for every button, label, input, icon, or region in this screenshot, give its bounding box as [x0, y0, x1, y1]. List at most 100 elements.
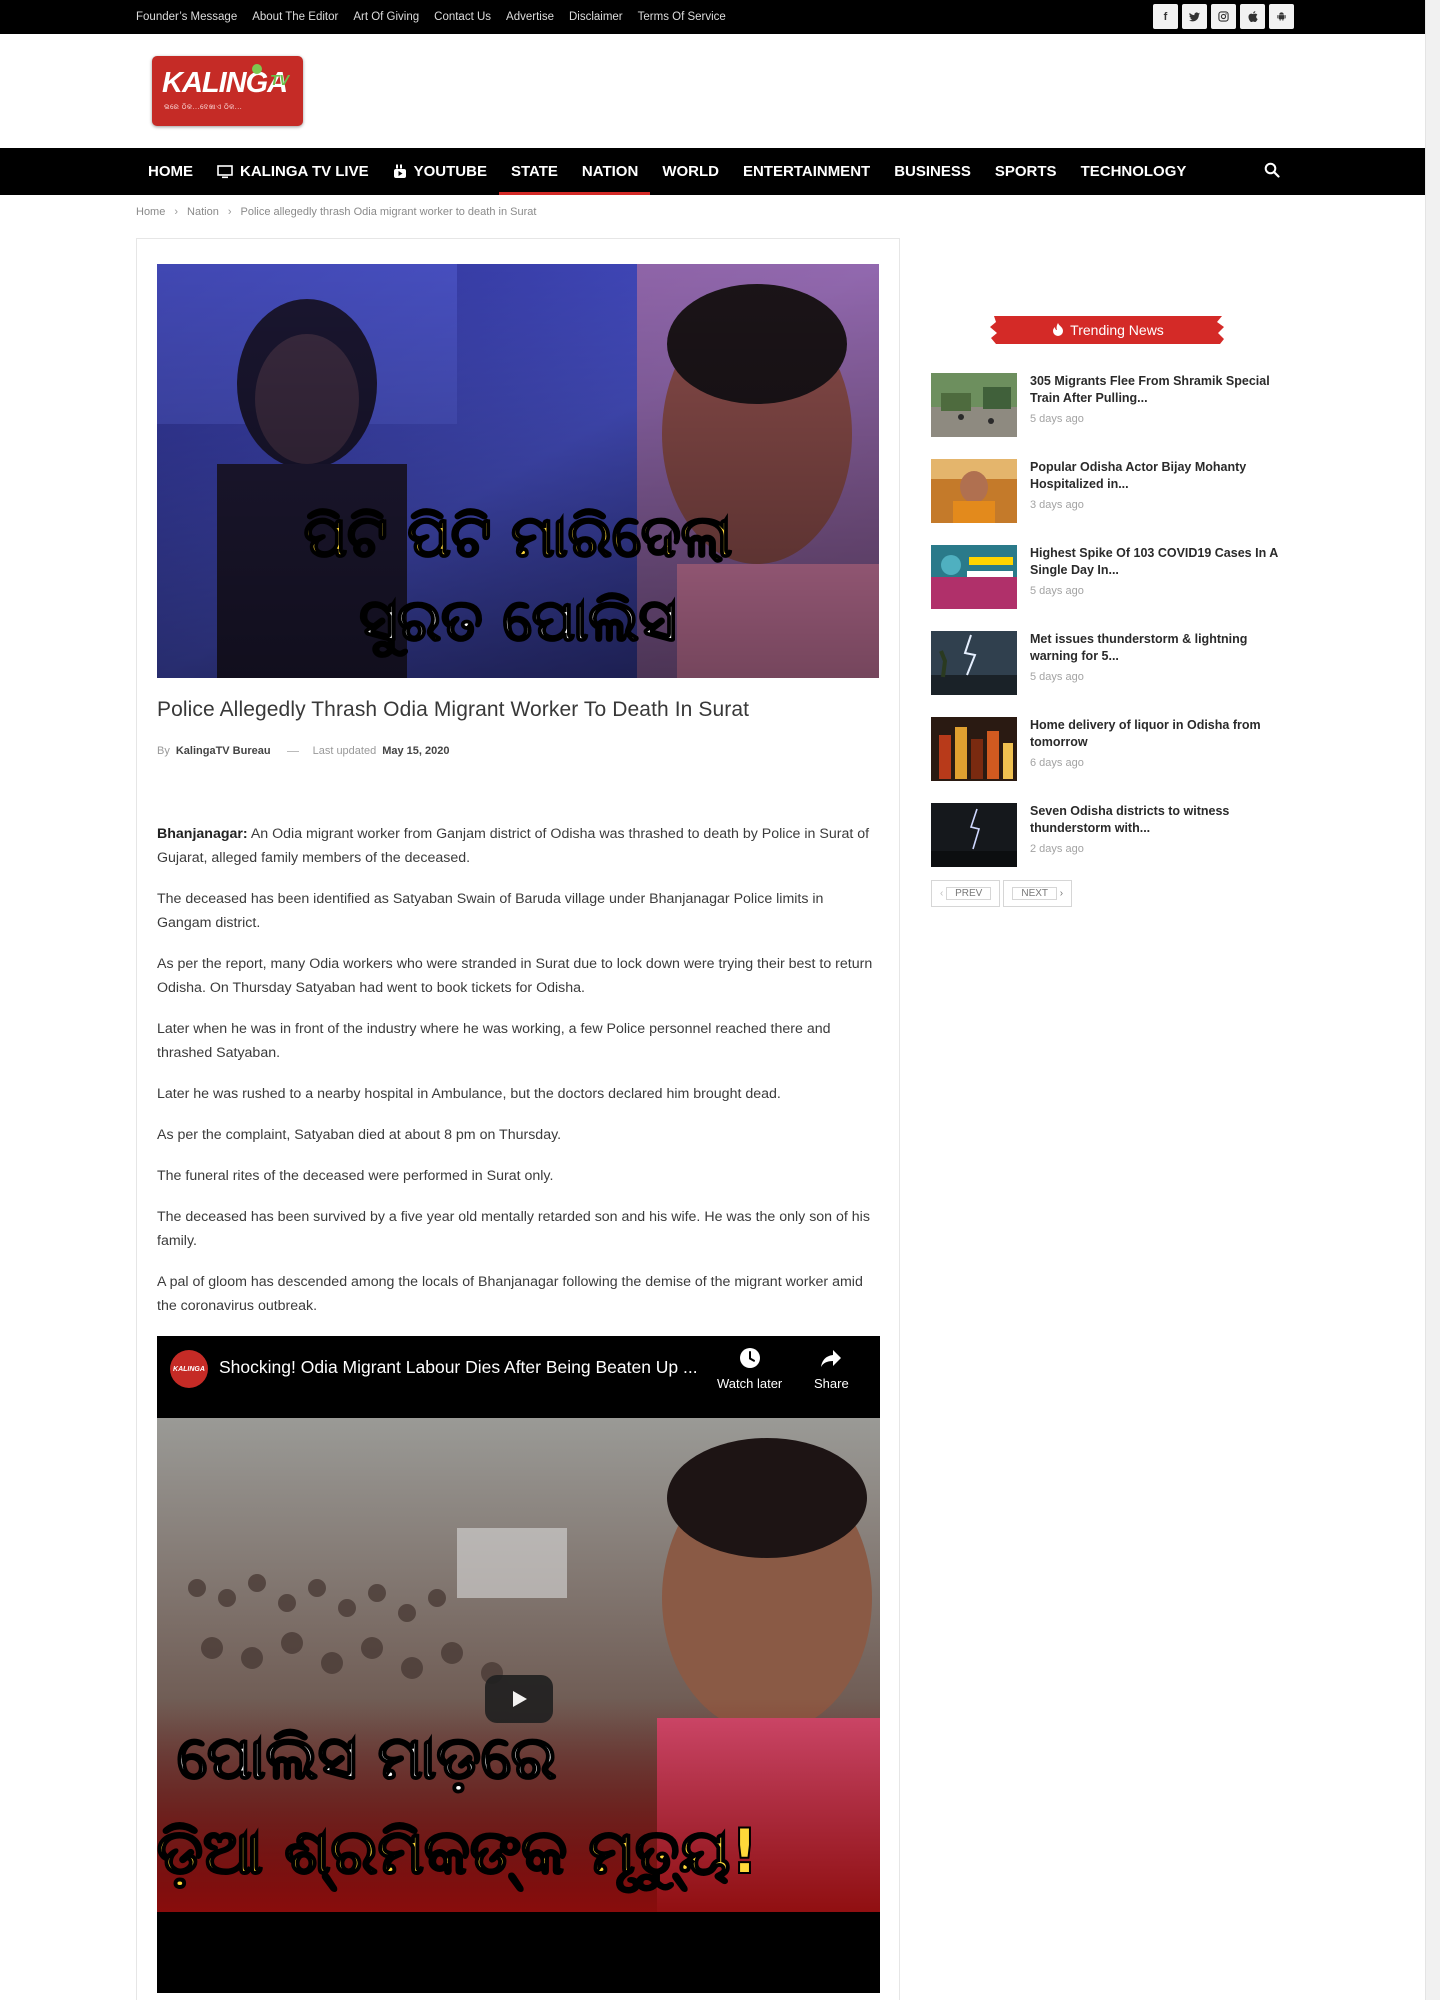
nav-label: ENTERTAINMENT — [742, 163, 871, 180]
trending-pager: ‹ PREV NEXT › — [931, 880, 1073, 907]
top-link-advertise[interactable]: Advertise — [506, 11, 554, 23]
trending-thumbnail[interactable] — [931, 803, 1017, 867]
monitor-icon — [217, 164, 233, 178]
trending-thumbnail[interactable] — [931, 373, 1017, 437]
video-title[interactable]: Shocking! Odia Migrant Labour Dies After… — [219, 1357, 698, 1378]
hero-caption-line1: ପିଟି ପିଟି ମାରିଦେଲା — [304, 502, 733, 570]
paragraph-text: An Odia migrant worker from Ganjam distr… — [157, 826, 870, 866]
site-logo[interactable]: KALINGA TV ଭରେ ଠିକ...ଦେଖାଏ ଠିକ... — [152, 56, 303, 126]
nav-label: TECHNOLOGY — [1080, 163, 1187, 180]
trending-date: 5 days ago — [1030, 671, 1084, 683]
updated-date: May 15, 2020 — [382, 745, 450, 757]
facebook-icon[interactable]: f — [1153, 4, 1178, 29]
trending-thumbnail[interactable] — [931, 717, 1017, 781]
trending-date: 3 days ago — [1030, 499, 1084, 511]
top-link-about-editor[interactable]: About The Editor — [252, 11, 338, 23]
search-icon[interactable] — [1264, 162, 1284, 182]
share-icon — [821, 1350, 842, 1367]
nav-item-state[interactable]: STATE — [498, 148, 570, 195]
hero-image: ପିଟି ପିଟି ମାରିଦେଲା ସୁରତ ପୋଲିସ — [157, 264, 879, 678]
breadcrumb-home[interactable]: Home — [136, 206, 165, 218]
apple-icon[interactable] — [1240, 4, 1265, 29]
trending-item[interactable]: Popular Odisha Actor Bijay Mohanty Hospi… — [931, 459, 1283, 523]
trending-item[interactable]: Seven Odisha districts to witness thunde… — [931, 803, 1283, 867]
instagram-icon[interactable] — [1211, 4, 1236, 29]
trending-thumbnail[interactable] — [931, 545, 1017, 609]
breadcrumb-current: Police allegedly thrash Odia migrant wor… — [240, 206, 537, 218]
article-paragraph: The deceased has been survived by a five… — [157, 1209, 870, 1249]
trending-item[interactable]: 305 Migrants Flee From Shramik Special T… — [931, 373, 1283, 437]
article-paragraph: Later he was rushed to a nearby hospital… — [157, 1086, 781, 1102]
trending-item[interactable]: Highest Spike Of 103 COVID19 Cases In A … — [931, 545, 1283, 609]
trending-title[interactable]: Met issues thunderstorm & lightning warn… — [1030, 631, 1282, 665]
page-scrollbar[interactable] — [1425, 0, 1440, 2000]
hero-caption-line2: ସୁରତ ପୋଲିସ — [359, 586, 676, 657]
trending-date: 6 days ago — [1030, 757, 1084, 769]
play-icon — [513, 1691, 527, 1707]
trending-date: 5 days ago — [1030, 585, 1084, 597]
android-icon[interactable] — [1269, 4, 1294, 29]
trending-thumbnail[interactable] — [931, 631, 1017, 695]
watch-later-button[interactable]: Watch later — [717, 1346, 782, 1391]
top-links: Founder’s Message About The Editor Art O… — [136, 0, 726, 34]
lead-dateline: Bhanjanagar: — [157, 826, 248, 842]
social-icons: f — [1153, 4, 1294, 29]
top-link-contact-us[interactable]: Contact Us — [434, 11, 491, 23]
video-thumbnail[interactable]: ପୋଲିସ ମାଡ଼ରେ ଡ଼ିଆ ଶ୍ରମିକଙ୍କ ମୃତ୍ୟୁ! — [157, 1418, 880, 1912]
nav-item-technology[interactable]: TECHNOLOGY — [1069, 148, 1199, 195]
trending-title[interactable]: Home delivery of liquor in Odisha from t… — [1030, 717, 1282, 751]
breadcrumb-nation[interactable]: Nation — [187, 206, 219, 218]
trending-item[interactable]: Home delivery of liquor in Odisha from t… — [931, 717, 1283, 781]
trending-title[interactable]: 305 Migrants Flee From Shramik Special T… — [1030, 373, 1282, 407]
meta-divider — [286, 750, 299, 752]
youtube-embed[interactable]: KALINGA Shocking! Odia Migrant Labour Di… — [157, 1336, 880, 1993]
chevron-right-icon: › — [227, 206, 232, 218]
top-link-founders-message[interactable]: Founder’s Message — [136, 11, 237, 23]
watch-later-label: Watch later — [717, 1376, 783, 1391]
trending-title[interactable]: Highest Spike Of 103 COVID19 Cases In A … — [1030, 545, 1282, 579]
article-body: Bhanjanagar: An Odia migrant worker from… — [157, 822, 881, 1335]
nav-item-sports[interactable]: SPORTS — [983, 148, 1069, 195]
share-button[interactable]: Share — [814, 1346, 849, 1391]
channel-avatar[interactable]: KALINGA — [170, 1350, 208, 1388]
prev-button[interactable]: ‹ PREV — [931, 880, 1001, 907]
nav-label: WORLD — [662, 163, 719, 180]
trending-title[interactable]: Seven Odisha districts to witness thunde… — [1030, 803, 1282, 837]
video-caption-line2: ଡ଼ିଆ ଶ୍ରମିକଙ୍କ ମୃତ୍ୟୁ! — [157, 1815, 759, 1893]
nav-item-nation[interactable]: NATION — [569, 148, 651, 195]
clock-icon — [739, 1348, 760, 1368]
logo-dot — [252, 64, 262, 74]
by-label: By — [157, 745, 170, 757]
nav-item-home[interactable]: HOME — [136, 148, 205, 195]
top-link-terms[interactable]: Terms Of Service — [638, 11, 726, 23]
main-nav: HOME KALINGA TV LIVE YOUTUBE STATE NATIO… — [0, 148, 1425, 195]
trending-thumbnail[interactable] — [931, 459, 1017, 523]
youtube-icon — [393, 164, 406, 178]
top-link-disclaimer[interactable]: Disclaimer — [569, 11, 623, 23]
trending-date: 2 days ago — [1030, 843, 1084, 855]
article-paragraph: Later when he was in front of the indust… — [157, 1021, 831, 1061]
trending-item[interactable]: Met issues thunderstorm & lightning warn… — [931, 631, 1283, 695]
nav-item-world[interactable]: WORLD — [650, 148, 731, 195]
nav-item-entertainment[interactable]: ENTERTAINMENT — [731, 148, 882, 195]
article-paragraph: The funeral rites of the deceased were p… — [157, 1168, 554, 1184]
nav-label: KALINGA TV LIVE — [240, 163, 369, 180]
next-button[interactable]: NEXT › — [1003, 880, 1073, 907]
nav-item-business[interactable]: BUSINESS — [882, 148, 983, 195]
logo-suffix: TV — [270, 72, 290, 89]
article-meta: By KalingaTV Bureau Last updated May 15,… — [157, 745, 450, 757]
author-link[interactable]: KalingaTV Bureau — [176, 745, 271, 757]
top-link-art-of-giving[interactable]: Art Of Giving — [353, 11, 419, 23]
article-paragraph: The deceased has been identified as Saty… — [157, 891, 824, 931]
breadcrumb: Home › Nation › Police allegedly thrash … — [136, 206, 536, 218]
play-button[interactable] — [485, 1675, 553, 1723]
nav-item-kalinga-tv-live[interactable]: KALINGA TV LIVE — [205, 148, 381, 195]
nav-label: NATION — [581, 163, 639, 180]
fire-icon — [1053, 323, 1064, 336]
nav-item-youtube[interactable]: YOUTUBE — [381, 148, 499, 195]
twitter-icon[interactable] — [1182, 4, 1207, 29]
nav-label: STATE — [510, 163, 558, 180]
article-paragraph: Bhanjanagar: An Odia migrant worker from… — [157, 822, 881, 870]
next-label: NEXT — [1012, 887, 1058, 900]
trending-title[interactable]: Popular Odisha Actor Bijay Mohanty Hospi… — [1030, 459, 1282, 493]
